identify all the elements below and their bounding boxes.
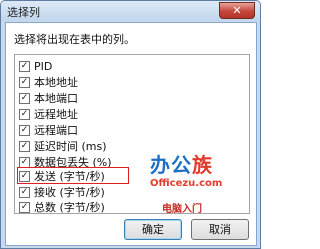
title-bar: 选择列 ✕ xyxy=(1,1,260,21)
column-option-label: 本地端口 xyxy=(34,92,78,105)
column-option-label: 远程地址 xyxy=(34,108,78,121)
column-option-remote-port[interactable]: ✓ 远程端口 xyxy=(19,123,78,137)
column-option-label: 接收 (字节/秒) xyxy=(34,186,105,199)
checkbox-checked-icon[interactable]: ✓ xyxy=(19,108,30,120)
column-option-local-address[interactable]: ✓ 本地地址 xyxy=(19,75,78,89)
cancel-button[interactable]: 取消 xyxy=(191,219,249,240)
column-option-latency[interactable]: ✓ 延迟时间 (ms) xyxy=(19,139,107,153)
column-option-label: 本地地址 xyxy=(34,76,78,89)
watermark-logo: 办公族 xyxy=(150,149,213,178)
checkbox-checked-icon[interactable]: ✓ xyxy=(19,76,30,88)
column-option-receive-rate[interactable]: ✓ 接收 (字节/秒) xyxy=(19,185,105,199)
column-option-label: PID xyxy=(34,59,53,73)
checkbox-checked-icon[interactable]: ✓ xyxy=(19,186,30,198)
column-option-label: 发送 (字节/秒) xyxy=(34,170,105,183)
close-button[interactable]: ✕ xyxy=(219,2,255,19)
checkbox-checked-icon[interactable]: ✓ xyxy=(19,140,30,152)
checkbox-checked-icon[interactable]: ✓ xyxy=(19,60,30,72)
checkbox-checked-icon[interactable]: ✓ xyxy=(19,156,30,168)
dialog-body: 选择将出现在表中的列。 ✓ PID ✓ 本地地址 ✓ 本地端口 ✓ 远程地址 ✓… xyxy=(5,22,257,246)
watermark-logo-b: 族 xyxy=(192,153,213,177)
watermark-logo-a: 办公 xyxy=(150,153,192,177)
checkbox-checked-icon[interactable]: ✓ xyxy=(19,124,30,136)
checkbox-checked-icon[interactable]: ✓ xyxy=(19,170,30,182)
checkbox-checked-icon[interactable]: ✓ xyxy=(19,201,30,213)
column-option-label: 延迟时间 (ms) xyxy=(34,140,107,153)
checkbox-checked-icon[interactable]: ✓ xyxy=(19,92,30,104)
watermark-url: Officezu.com xyxy=(150,178,223,189)
column-checklist[interactable]: ✓ PID ✓ 本地地址 ✓ 本地端口 ✓ 远程地址 ✓ 远程端口 ✓ 延迟时间… xyxy=(14,54,250,214)
column-option-total-rate[interactable]: ✓ 总数 (字节/秒) xyxy=(19,200,105,214)
window-title: 选择列 xyxy=(7,6,40,19)
column-option-send-rate[interactable]: ✓ 发送 (字节/秒) xyxy=(19,169,105,183)
ok-button[interactable]: 确定 xyxy=(124,219,182,240)
instruction-text: 选择将出现在表中的列。 xyxy=(14,33,135,46)
column-option-label: 远程端口 xyxy=(34,124,78,137)
close-icon: ✕ xyxy=(232,4,242,17)
select-columns-dialog: 选择列 ✕ 选择将出现在表中的列。 ✓ PID ✓ 本地地址 ✓ 本地端口 ✓ … xyxy=(0,0,261,249)
column-option-label: 总数 (字节/秒) xyxy=(34,201,105,214)
column-option-pid[interactable]: ✓ PID xyxy=(19,59,52,73)
column-option-remote-address[interactable]: ✓ 远程地址 xyxy=(19,107,78,121)
watermark-text: 电脑入门 xyxy=(162,204,202,215)
column-option-local-port[interactable]: ✓ 本地端口 xyxy=(19,91,78,105)
